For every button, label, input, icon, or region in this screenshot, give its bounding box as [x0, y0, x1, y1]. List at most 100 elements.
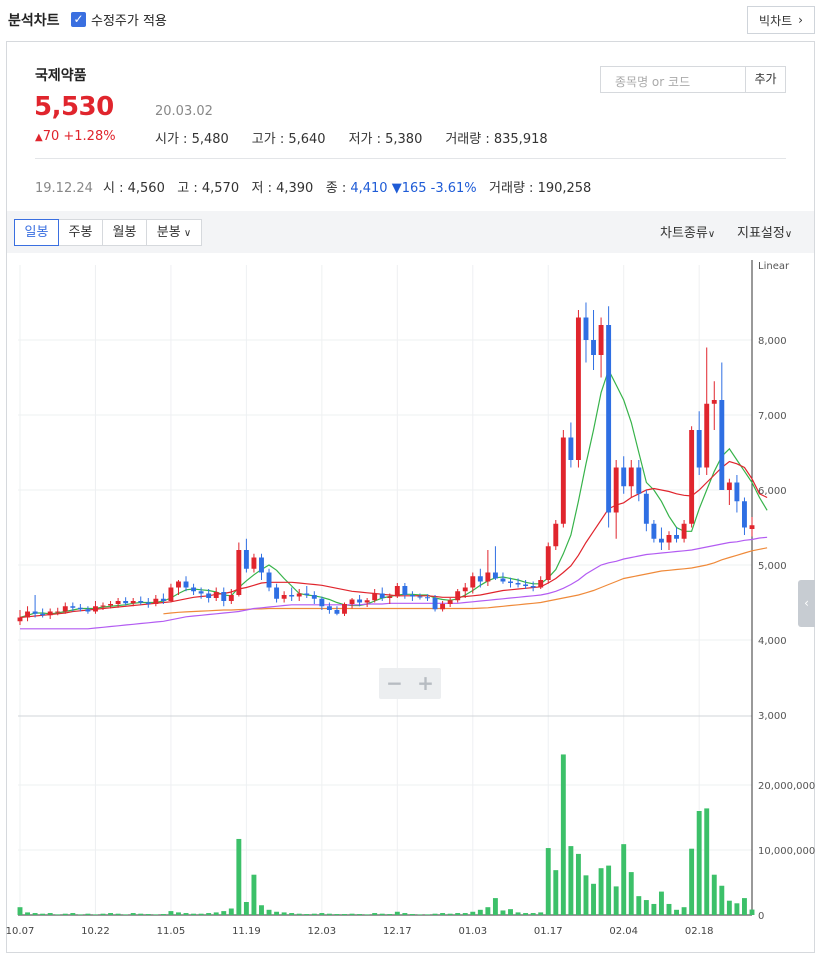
candle-body	[613, 467, 619, 513]
candle-body	[711, 400, 717, 404]
volume-bar	[342, 914, 347, 915]
candle-body	[500, 578, 506, 582]
candle-body	[485, 572, 491, 582]
candle-body	[606, 325, 612, 513]
volume-bar	[289, 913, 295, 915]
candle-body	[221, 592, 227, 601]
candle-body	[259, 557, 264, 573]
x-tick-label: 10.07	[6, 926, 35, 937]
candle-body	[274, 587, 280, 599]
volume-bar	[213, 912, 219, 915]
volume-bar	[17, 907, 23, 915]
volume-bar	[387, 914, 393, 915]
candle-body	[40, 613, 46, 616]
candle-body	[77, 607, 83, 610]
volume-bar	[583, 875, 589, 915]
volume-bar	[538, 912, 544, 915]
volume-bar	[334, 914, 340, 915]
volume-bar	[523, 913, 529, 915]
candle-body	[319, 598, 325, 607]
candle-body	[560, 437, 566, 524]
candle-body	[138, 601, 144, 603]
volume-bar	[628, 872, 634, 915]
volume-bar	[168, 911, 174, 915]
volume-bar	[696, 811, 702, 915]
volume-bar	[568, 846, 574, 915]
candle-body	[62, 606, 68, 612]
candle-body	[462, 587, 468, 592]
volume-bar	[621, 844, 627, 915]
candle-body	[387, 596, 393, 598]
candle-body	[108, 604, 114, 606]
side-panel-toggle[interactable]: ‹	[798, 580, 815, 627]
candle-body	[643, 493, 649, 524]
volume-bar	[70, 913, 76, 915]
candle-body	[628, 467, 634, 487]
volume-bar	[274, 911, 280, 915]
volume-bar	[575, 853, 581, 915]
candle-body	[334, 610, 340, 614]
candle-body	[228, 595, 234, 601]
candle-body	[492, 572, 498, 579]
x-tick-label: 11.05	[157, 926, 186, 937]
candle-body	[296, 593, 302, 597]
volume-bar	[409, 914, 415, 915]
price-tick-label: 5,000	[758, 561, 787, 572]
volume-bar	[85, 913, 91, 915]
volume-bar	[304, 914, 310, 915]
candle-body	[394, 586, 400, 597]
volume-bar	[55, 914, 61, 915]
volume-bar	[598, 868, 604, 915]
volume-tick-label: 10,000,000	[758, 846, 815, 857]
zoom-in-button[interactable]: +	[410, 668, 441, 699]
volume-bar	[259, 905, 264, 915]
price-tick-label: 4,000	[758, 636, 787, 647]
candle-body	[591, 340, 596, 355]
candle-body	[198, 591, 204, 594]
candle-body	[123, 601, 129, 604]
volume-bar	[674, 909, 679, 915]
candle-body	[447, 600, 453, 604]
candle-body	[689, 430, 695, 524]
volume-bar	[711, 874, 717, 915]
volume-bar	[228, 908, 234, 915]
candle-body	[636, 467, 642, 494]
volume-bar	[560, 754, 566, 915]
volume-bar	[666, 903, 672, 915]
candle-body	[357, 599, 363, 603]
candle-body	[213, 592, 219, 598]
candle-body	[402, 586, 408, 595]
volume-bar	[93, 914, 98, 915]
stock-chart[interactable]: 3,0004,0005,0006,0007,0008,000Linear010,…	[0, 0, 821, 958]
candle-body	[100, 605, 106, 607]
volume-bar	[77, 914, 83, 915]
candle-body	[176, 581, 181, 588]
tab-daily[interactable]: 일봉	[14, 219, 59, 246]
candle-body	[349, 599, 355, 604]
candle-body	[726, 482, 732, 490]
candle-body	[538, 580, 544, 588]
volume-bar	[379, 913, 385, 915]
volume-bar	[726, 900, 732, 915]
volume-bar	[145, 914, 151, 915]
price-tick-label: 7,000	[758, 411, 787, 422]
volume-bar	[176, 912, 181, 915]
candle-body	[696, 430, 702, 468]
candle-body	[553, 523, 559, 547]
candle-body	[236, 550, 242, 595]
volume-bar	[326, 913, 332, 915]
candle-body	[326, 606, 332, 610]
zoom-out-button[interactable]: −	[379, 668, 410, 699]
volume-tick-label: 0	[758, 911, 764, 922]
candle-body	[440, 604, 446, 610]
volume-bar	[206, 913, 212, 915]
candle-body	[17, 617, 23, 622]
candle-body	[674, 535, 679, 539]
candle-body	[545, 546, 551, 580]
candle-body	[515, 583, 521, 585]
x-tick-label: 02.04	[609, 926, 638, 937]
volume-bar	[417, 914, 423, 915]
candle-body	[477, 576, 483, 582]
candle-body	[379, 593, 385, 598]
x-tick-label: 12.17	[383, 926, 412, 937]
